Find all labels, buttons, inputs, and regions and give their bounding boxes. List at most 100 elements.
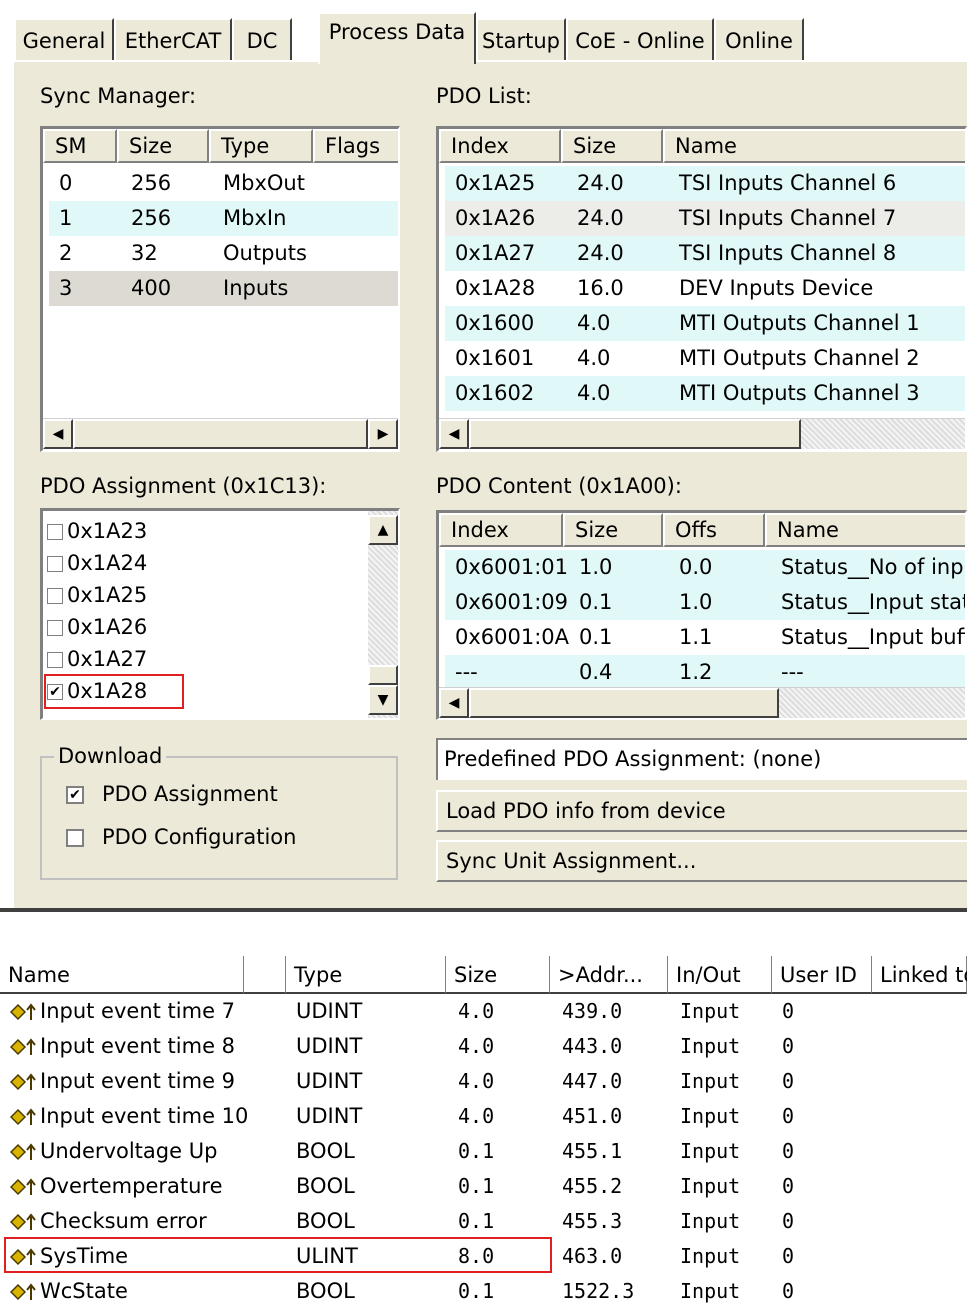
pdo-configuration-checkbox[interactable] [66, 829, 84, 847]
table-row[interactable]: 2 32 Outputs [49, 236, 398, 271]
table-row-selected[interactable]: 3 400 Inputs [49, 271, 398, 306]
index-cell: 0x6001:01 [455, 555, 569, 579]
name-cell: Input event time 9 [40, 1069, 236, 1093]
table-row[interactable]: 0x1601 4.0 MTI Outputs Channel 2 [445, 341, 965, 376]
horizontal-scrollbar[interactable]: ◀ ▶ [43, 418, 398, 449]
table-row[interactable]: 1 256 MbxIn [49, 201, 398, 236]
table-row[interactable]: 0x1A26 24.0 TSI Inputs Channel 7 [445, 201, 965, 236]
addr-cell: 443.0 [562, 1034, 623, 1058]
vertical-scrollbar[interactable]: ▲ ▼ [368, 511, 398, 718]
col-userid[interactable]: User ID [772, 956, 872, 994]
table-row[interactable]: 0x1600 4.0 MTI Outputs Channel 1 [445, 306, 965, 341]
table-row[interactable]: 0x1A27 24.0 TSI Inputs Channel 8 [445, 236, 965, 271]
col-addr[interactable]: >Addr... [550, 956, 668, 994]
col-sm[interactable]: SM [43, 129, 117, 163]
col-inout[interactable]: In/Out [668, 956, 772, 994]
table-row[interactable]: 0x6001:09 0.1 1.0 Status__Input state [445, 585, 965, 620]
size-cell: 16.0 [577, 276, 624, 300]
offs-cell: 1.0 [679, 590, 713, 614]
table-row[interactable]: 0x1A28 16.0 DEV Inputs Device [445, 271, 965, 306]
table-row[interactable]: Input event time 7 UDINT 4.0 439.0 Input 0 [0, 994, 967, 1029]
index-cell: 0x6001:09 [455, 590, 569, 614]
tab-label: Startup [482, 29, 560, 53]
list-item-label: 0x1A27 [67, 647, 148, 671]
pdo-assignment-checkbox[interactable]: ✔ [66, 786, 84, 804]
col-type[interactable]: Type [286, 956, 446, 994]
table-row[interactable]: WcState BOOL 0.1 1522.3 Input 0 [0, 1274, 967, 1309]
inout-cell: Input [680, 1104, 741, 1128]
name-cell: Status__Input buffe [781, 625, 967, 649]
addr-cell: 455.2 [562, 1174, 623, 1198]
scroll-thumb[interactable] [368, 665, 398, 685]
col-index[interactable]: Index [439, 513, 563, 547]
tab-online[interactable]: Online [714, 18, 804, 62]
checkbox[interactable] [47, 556, 63, 572]
scroll-right-icon[interactable]: ▶ [368, 419, 398, 449]
tab-ethercat[interactable]: EtherCAT [114, 18, 232, 62]
size-cell: 4.0 [577, 381, 611, 405]
table-row[interactable]: 0x1A25 24.0 TSI Inputs Channel 6 [445, 166, 965, 201]
scroll-thumb[interactable] [73, 419, 368, 449]
col-size[interactable]: Size [446, 956, 550, 994]
sync-unit-assignment-button[interactable]: Sync Unit Assignment... [436, 840, 967, 882]
sync-manager-list[interactable]: SM Size Type Flags 0 256 MbxOut 1 256 Mb… [40, 126, 400, 452]
pdo-list[interactable]: Index Size Name 0x1A25 24.0 TSI Inputs C… [436, 126, 967, 452]
tab-process-data[interactable]: Process Data [318, 12, 476, 64]
table-row[interactable]: 0x1602 4.0 MTI Outputs Channel 3 [445, 376, 965, 411]
predefined-pdo-assignment-dropdown[interactable]: Predefined PDO Assignment: (none) [436, 738, 967, 780]
list-item-label: 0x1A24 [67, 551, 148, 575]
scroll-down-icon[interactable]: ▼ [368, 685, 398, 715]
type-cell: UDINT [296, 1069, 363, 1093]
scroll-left-icon[interactable]: ◀ [439, 688, 469, 718]
table-row[interactable]: Checksum error BOOL 0.1 455.3 Input 0 [0, 1204, 967, 1239]
col-size[interactable]: Size [117, 129, 209, 163]
scroll-thumb[interactable] [469, 688, 779, 718]
inout-cell: Input [680, 1139, 741, 1163]
size-cell: 24.0 [577, 241, 624, 265]
table-row[interactable]: Undervoltage Up BOOL 0.1 455.1 Input 0 [0, 1134, 967, 1169]
col-size[interactable]: Size [563, 513, 663, 547]
tab-general[interactable]: General [14, 18, 114, 62]
pdo-content-list[interactable]: Index Size Offs Name 0x6001:01 1.0 0.0 S… [436, 510, 967, 720]
tab-label: General [22, 29, 106, 53]
col-flags[interactable]: Flags [313, 129, 398, 163]
userid-cell: 0 [782, 1139, 795, 1163]
name-cell: Input event time 7 [40, 999, 236, 1023]
tab-coe-online[interactable]: CoE - Online [566, 18, 714, 62]
table-row[interactable]: Input event time 10 UDINT 4.0 451.0 Input 0 [0, 1099, 967, 1134]
size-cell: 4.0 [458, 1069, 495, 1093]
col-name[interactable]: Name [0, 956, 244, 994]
col-type[interactable]: Type [209, 129, 313, 163]
col-blank[interactable] [244, 956, 286, 994]
scroll-left-icon[interactable]: ◀ [439, 419, 469, 449]
table-row[interactable]: --- 0.4 1.2 --- [445, 655, 965, 690]
table-row[interactable]: Input event time 8 UDINT 4.0 443.0 Input 0 [0, 1029, 967, 1064]
table-row[interactable]: 0x6001:0A 0.1 1.1 Status__Input buffe [445, 620, 967, 655]
table-row[interactable]: 0 256 MbxOut [49, 166, 398, 201]
tab-dc[interactable]: DC [232, 18, 292, 62]
col-name[interactable]: Name [765, 513, 965, 547]
checkbox[interactable] [47, 524, 63, 540]
type-cell: Inputs [223, 276, 289, 300]
table-row[interactable]: 0x6001:01 1.0 0.0 Status__No of input [445, 550, 965, 585]
type-cell: UDINT [296, 999, 363, 1023]
inout-cell: Input [680, 1244, 741, 1268]
col-name[interactable]: Name [663, 129, 965, 163]
tab-startup[interactable]: Startup [476, 18, 566, 62]
col-offs[interactable]: Offs [663, 513, 765, 547]
horizontal-scrollbar[interactable]: ◀ [439, 687, 965, 718]
load-pdo-info-button[interactable]: Load PDO info from device [436, 790, 967, 832]
checkbox[interactable] [47, 588, 63, 604]
col-linked-to[interactable]: Linked to [872, 956, 967, 994]
col-index[interactable]: Index [439, 129, 561, 163]
scroll-up-icon[interactable]: ▲ [368, 515, 398, 545]
col-size[interactable]: Size [561, 129, 663, 163]
scroll-thumb[interactable] [469, 419, 801, 449]
scroll-left-icon[interactable]: ◀ [43, 419, 73, 449]
checkbox[interactable] [47, 652, 63, 668]
checkbox[interactable] [47, 620, 63, 636]
size-cell: 1.0 [579, 555, 613, 579]
table-row[interactable]: Overtemperature BOOL 0.1 455.2 Input 0 [0, 1169, 967, 1204]
table-row[interactable]: Input event time 9 UDINT 4.0 447.0 Input 0 [0, 1064, 967, 1099]
horizontal-scrollbar[interactable]: ◀ [439, 418, 965, 449]
